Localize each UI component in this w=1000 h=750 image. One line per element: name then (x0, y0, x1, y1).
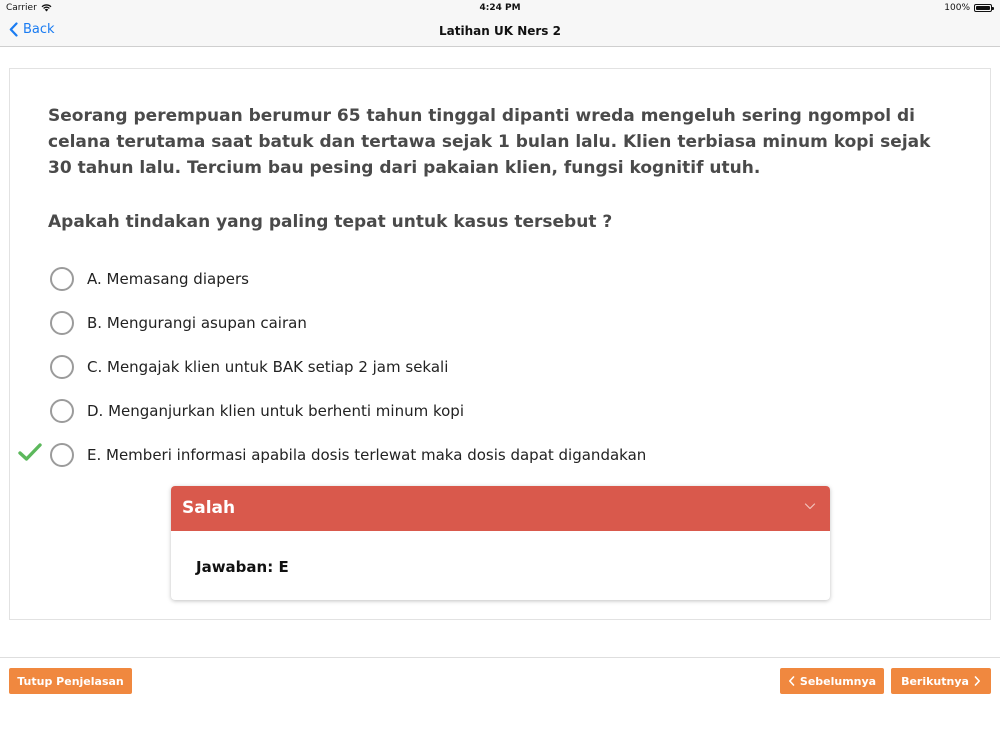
close-explanation-label: Tutup Penjelasan (17, 674, 124, 688)
radio-button-a[interactable] (50, 267, 74, 291)
option-label: E. Memberi informasi apabila dosis terle… (87, 446, 647, 464)
radio-button-d[interactable] (50, 399, 74, 423)
status-bar: Carrier 4:24 PM 100% (0, 0, 1000, 16)
close-explanation-button[interactable]: Tutup Penjelasan (9, 668, 132, 694)
previous-button[interactable]: Sebelumnya (780, 668, 884, 694)
status-time: 4:24 PM (479, 3, 521, 13)
radio-button-c[interactable] (50, 355, 74, 379)
next-label: Berikutnya (901, 674, 969, 688)
chevron-left-icon (788, 676, 795, 686)
chevron-down-icon[interactable] (804, 500, 816, 512)
feedback-header[interactable]: Salah (171, 486, 830, 531)
previous-label: Sebelumnya (799, 674, 877, 688)
next-button[interactable]: Berikutnya (891, 668, 991, 694)
battery-icon (974, 4, 994, 12)
feedback-status: Salah (182, 498, 236, 518)
checkmark-icon (18, 443, 42, 461)
option-a[interactable]: A. Memasang diapers (50, 266, 249, 292)
answer-feedback-panel: Salah Jawaban: E (171, 486, 830, 600)
bottom-divider (0, 657, 1000, 658)
question-card: Seorang perempuan berumur 65 tahun tingg… (9, 68, 991, 620)
option-label: B. Mengurangi asupan cairan (87, 314, 307, 332)
question-prompt: Apakah tindakan yang paling tepat untuk … (48, 212, 613, 232)
option-e[interactable]: E. Memberi informasi apabila dosis terle… (50, 442, 646, 468)
page-title: Latihan UK Ners 2 (439, 24, 561, 38)
question-text: Seorang perempuan berumur 65 tahun tingg… (48, 106, 931, 178)
radio-button-b[interactable] (50, 311, 74, 335)
navigation-bar: Back Latihan UK Ners 2 (0, 16, 1000, 47)
option-c[interactable]: C. Mengajak klien untuk BAK setiap 2 jam… (50, 354, 448, 380)
feedback-answer: Jawaban: E (196, 558, 289, 576)
option-label: C. Mengajak klien untuk BAK setiap 2 jam… (87, 358, 449, 376)
chevron-right-icon (974, 676, 980, 686)
battery-label: 100% (944, 3, 970, 13)
radio-button-e[interactable] (50, 443, 74, 467)
option-d[interactable]: D. Menganjurkan klien untuk berhenti min… (50, 398, 464, 424)
status-right: 100% (944, 3, 994, 13)
option-label: D. Menganjurkan klien untuk berhenti min… (87, 402, 464, 420)
option-label: A. Memasang diapers (87, 270, 249, 288)
option-b[interactable]: B. Mengurangi asupan cairan (50, 310, 307, 336)
